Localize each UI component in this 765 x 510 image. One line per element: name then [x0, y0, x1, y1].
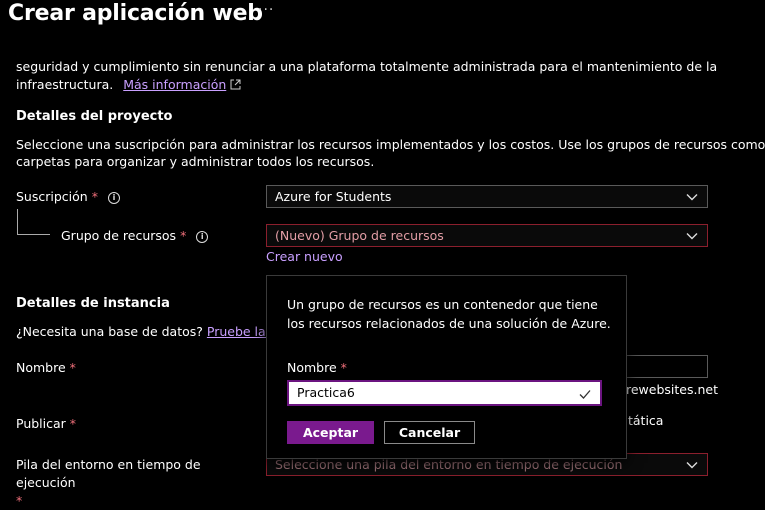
runtime-stack-placeholder: Seleccione una pila del entorno en tiemp…: [275, 457, 623, 472]
subscription-value: Azure for Students: [275, 189, 392, 204]
tree-connector-vertical: [17, 209, 18, 235]
popup-description-line2: los recursos relacionados de una solució…: [287, 316, 611, 331]
database-question: ¿Necesita una base de datos? Pruebe la n…: [16, 323, 266, 341]
checkmark-icon: [579, 390, 591, 399]
create-resource-group-popup: Un grupo de recursos es un contenedor qu…: [266, 275, 627, 459]
required-marker: *: [91, 189, 98, 204]
resource-group-select[interactable]: (Nuevo) Grupo de recursos: [266, 224, 708, 247]
chevron-down-icon: [686, 233, 698, 240]
page-title: Crear aplicación web: [8, 1, 263, 26]
instance-details-heading: Detalles de instancia: [16, 296, 170, 311]
resource-group-label-text: Grupo de recursos: [61, 228, 177, 243]
accept-button[interactable]: Aceptar: [287, 421, 374, 444]
info-icon[interactable]: i: [196, 230, 209, 243]
database-question-text: ¿Necesita una base de datos?: [16, 324, 203, 339]
popup-name-label: Nombre *: [287, 359, 347, 377]
project-desc-line1: Seleccione una suscripción para administ…: [16, 137, 765, 152]
popup-description-line1: Un grupo de recursos es un contenedor qu…: [287, 297, 598, 312]
publish-option-fragment[interactable]: tática: [628, 412, 663, 430]
name-label: Nombre *: [16, 359, 76, 377]
resource-group-value: (Nuevo) Grupo de recursos: [275, 228, 444, 243]
info-icon[interactable]: i: [107, 191, 120, 204]
required-marker: *: [180, 228, 187, 243]
more-options-button[interactable]: ···: [258, 2, 274, 18]
chevron-down-icon: [686, 194, 698, 201]
app-name-input-edge[interactable]: [620, 355, 708, 378]
cancel-button[interactable]: Cancelar: [384, 421, 475, 444]
publish-label: Publicar *: [16, 415, 76, 433]
required-marker: *: [16, 493, 23, 508]
subscription-select[interactable]: Azure for Students: [266, 185, 708, 208]
publish-label-text: Publicar: [16, 416, 66, 431]
popup-name-label-text: Nombre: [287, 360, 337, 375]
external-link-icon: [230, 79, 241, 90]
tree-connector-horizontal: [17, 234, 50, 235]
intro-text: seguridad y cumplimiento sin renunciar a…: [16, 58, 761, 76]
more-info-link[interactable]: Más información: [123, 77, 226, 92]
project-details-heading: Detalles del proyecto: [16, 109, 173, 124]
subscription-label: Suscripción * i: [16, 188, 120, 206]
intro-text-line2: infraestructura. Más información: [16, 76, 241, 94]
resource-group-label: Grupo de recursos * i: [61, 227, 209, 245]
project-desc-line2: carpetas para organizar y administrar to…: [16, 154, 375, 169]
required-marker: *: [69, 416, 77, 431]
subscription-label-text: Suscripción: [16, 189, 88, 204]
database-try-link[interactable]: Pruebe la nue: [207, 324, 266, 339]
runtime-label: Pila del entorno en tiempo de ejecución …: [16, 456, 256, 510]
required-marker: *: [340, 360, 347, 375]
chevron-down-icon: [686, 462, 698, 469]
name-label-text: Nombre: [16, 360, 66, 375]
resource-group-name-input[interactable]: Practica6: [287, 380, 602, 406]
create-new-link[interactable]: Crear nuevo: [266, 248, 343, 266]
intro-text-bottom: infraestructura.: [16, 77, 114, 92]
runtime-label-text: Pila del entorno en tiempo de ejecución: [16, 457, 201, 490]
resource-group-name-value: Practica6: [297, 385, 355, 400]
required-marker: *: [69, 360, 76, 375]
clipped-text-fragment: [16, 46, 761, 50]
intro-text-top: seguridad y cumplimiento sin renunciar a…: [16, 59, 718, 74]
domain-suffix: rewebsites.net: [626, 382, 718, 397]
